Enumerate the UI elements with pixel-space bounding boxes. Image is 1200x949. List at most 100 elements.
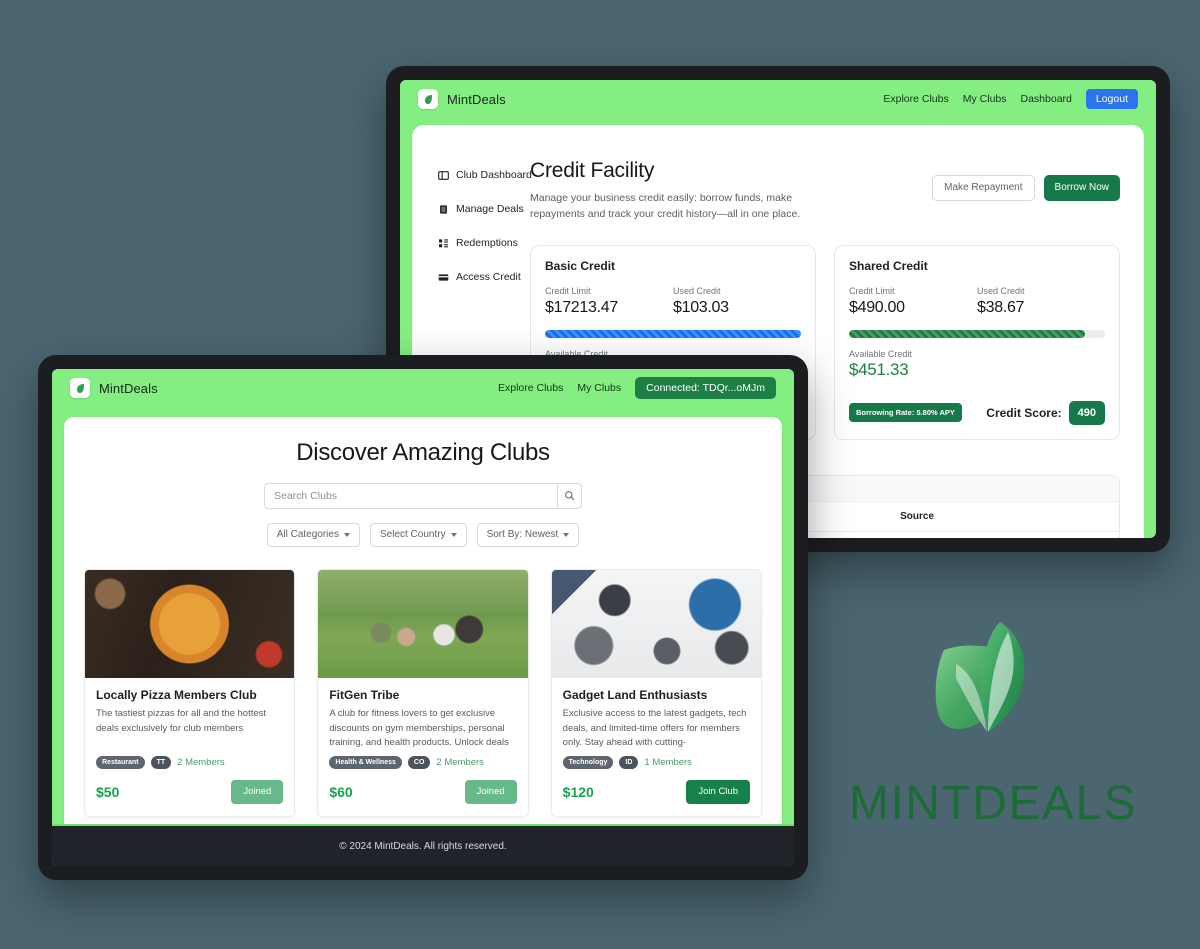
club-description: The tastiest pizzas for all and the hott… [96, 708, 267, 734]
chevron-down-icon [563, 533, 570, 537]
club-member-count: 2 Members [177, 757, 225, 768]
screenshot-stage: MintDeals Explore Clubs My Clubs Dashboa… [0, 0, 1200, 949]
make-repayment-button[interactable]: Make Repayment [932, 175, 1035, 201]
credit-limit-block: Credit Limit $17213.47 [545, 286, 673, 317]
available-credit-label: Available Credit [849, 348, 912, 359]
credit-score-value: 490 [1068, 400, 1105, 425]
clubs-grid: Locally Pizza Members Club The tastiest … [84, 569, 762, 817]
page-subtitle: Manage your business credit easily: borr… [530, 192, 801, 221]
borrow-now-button[interactable]: Borrow Now [1043, 175, 1120, 201]
brand-name: MintDeals [99, 380, 158, 396]
filter-label: Sort By: Newest [486, 529, 559, 540]
club-join-button[interactable]: Joined [464, 780, 517, 804]
search-input[interactable] [264, 483, 557, 509]
basic-credit-progress [545, 329, 801, 338]
page-title: Credit Facility [530, 159, 655, 182]
credit-score: Credit Score: 490 [986, 400, 1105, 425]
sidebar-label: Redemptions [456, 237, 518, 249]
sidebar-item-access-credit[interactable]: Access Credit [438, 271, 530, 283]
available-credit-value: $451.33 [849, 359, 909, 379]
club-card[interactable]: Gadget Land Enthusiasts Exclusive access… [550, 569, 762, 817]
sidebar-item-manage-deals[interactable]: Manage Deals [438, 203, 530, 215]
club-card[interactable]: Locally Pizza Members Club The tastiest … [84, 569, 296, 817]
credit-limit-label: Credit Limit [849, 285, 895, 296]
borrowing-rate-badge: Borrowing Rate: 5.80% APY [849, 403, 962, 423]
search-box [264, 483, 582, 509]
club-name: FitGen Tribe [329, 688, 400, 702]
leaf-icon [70, 378, 90, 398]
credit-limit-label: Credit Limit [545, 285, 591, 296]
discover-panel: Discover Amazing Clubs All Categories [64, 417, 782, 841]
search-icon [564, 489, 575, 504]
club-image-fitness [318, 570, 528, 678]
card-title: Shared Credit [849, 258, 928, 273]
back-nav-links: Explore Clubs My Clubs Dashboard Logout [883, 88, 1138, 110]
sidebar-item-club-dashboard[interactable]: Club Dashboard [438, 169, 532, 181]
page-actions: Make Repayment Borrow Now [932, 159, 1120, 201]
sidebar-label: Manage Deals [456, 203, 524, 215]
club-price: $60 [329, 783, 353, 800]
progress-fill [849, 329, 1085, 338]
col-source: Source [890, 501, 1119, 532]
sidebar-item-redemptions[interactable]: Redemptions [438, 237, 530, 249]
page-header-text: Credit Facility Manage your business cre… [530, 159, 840, 223]
search-button[interactable] [557, 483, 582, 509]
credit-limit-value: $17213.47 [545, 298, 618, 316]
club-card[interactable]: FitGen Tribe A club for fitness lovers t… [317, 569, 529, 817]
filter-select-country[interactable]: Select Country [369, 523, 467, 547]
filter-all-categories[interactable]: All Categories [266, 523, 360, 547]
nav-link-explore-clubs[interactable]: Explore Clubs [883, 93, 948, 105]
credit-score-label: Credit Score: [986, 405, 1062, 420]
club-description: A club for fitness lovers to get exclusi… [329, 708, 509, 749]
shared-credit-progress [849, 329, 1105, 338]
club-member-count: 2 Members [436, 757, 484, 768]
filter-label: All Categories [276, 529, 339, 540]
used-credit-label: Used Credit [673, 285, 721, 296]
club-category-tag: Health & Wellness [329, 756, 402, 769]
deals-icon [438, 204, 449, 215]
sidebar-label: Club Dashboard [456, 169, 532, 181]
used-credit-value: $38.67 [977, 298, 1025, 316]
sidebar-label: Access Credit [456, 271, 521, 283]
club-country-code: ID [619, 756, 639, 769]
brand[interactable]: MintDeals [418, 89, 506, 109]
filter-label: Select Country [379, 529, 446, 540]
chevron-down-icon [343, 533, 350, 537]
leaf-icon [418, 89, 438, 109]
club-join-button[interactable]: Joined [231, 780, 284, 804]
club-image-pizza [85, 570, 295, 678]
used-credit-value: $103.03 [673, 298, 729, 316]
nav-link-dashboard[interactable]: Dashboard [1021, 93, 1072, 105]
logout-button[interactable]: Logout [1085, 88, 1138, 110]
mintdeals-logo: MINTDEALS [848, 612, 1138, 831]
search-row [84, 483, 762, 509]
club-price: $120 [562, 783, 594, 800]
used-credit-label: Used Credit [977, 285, 1025, 296]
shared-credit-card: Shared Credit Credit Limit $490.00 Used … [834, 244, 1120, 440]
filter-sort-by[interactable]: Sort By: Newest [476, 523, 580, 547]
used-credit-block: Used Credit $103.03 [673, 286, 801, 317]
club-price: $50 [96, 783, 120, 800]
club-name: Gadget Land Enthusiasts [562, 688, 708, 702]
cell-source: Shared Credit View Details [890, 531, 1119, 538]
page-header: Credit Facility Manage your business cre… [530, 159, 1120, 223]
used-credit-block: Used Credit $38.67 [977, 286, 1105, 317]
progress-fill [545, 329, 801, 338]
wallet-connected-button[interactable]: Connected: TDQr...oMJm [635, 376, 776, 400]
club-category-tag: Technology [562, 756, 614, 769]
brand[interactable]: MintDeals [70, 378, 158, 398]
nav-link-my-clubs[interactable]: My Clubs [963, 93, 1007, 105]
card-title: Basic Credit [545, 258, 616, 273]
nav-link-explore-clubs[interactable]: Explore Clubs [498, 382, 563, 394]
discover-title: Discover Amazing Clubs [296, 439, 550, 466]
front-navbar: MintDeals Explore Clubs My Clubs Connect… [52, 369, 794, 407]
nav-link-my-clubs[interactable]: My Clubs [577, 382, 621, 394]
brand-name: MintDeals [447, 91, 506, 107]
dashboard-icon [438, 170, 449, 181]
front-device-frame: MintDeals Explore Clubs My Clubs Connect… [38, 355, 808, 880]
front-nav-links: Explore Clubs My Clubs Connected: TDQr..… [498, 376, 776, 400]
front-window-screen: MintDeals Explore Clubs My Clubs Connect… [52, 369, 794, 866]
two-leaves-icon [935, 622, 1025, 732]
redemptions-icon [438, 238, 449, 249]
club-join-button[interactable]: Join Club [686, 780, 750, 804]
